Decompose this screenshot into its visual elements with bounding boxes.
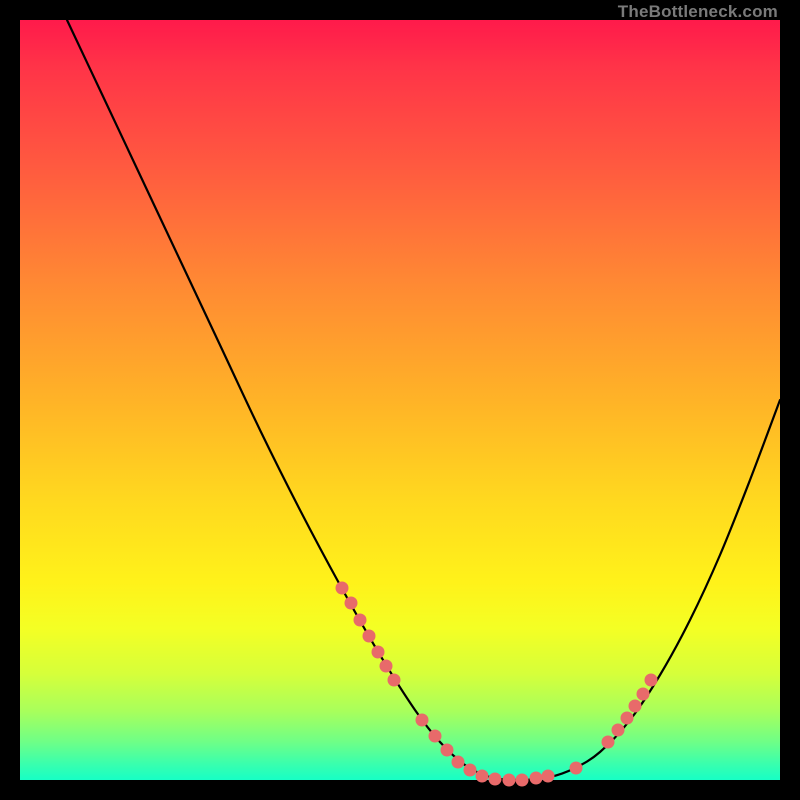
outer-frame: TheBottleneck.com <box>0 0 800 800</box>
highlight-dot <box>441 744 454 757</box>
bottleneck-curve <box>67 20 780 780</box>
highlight-dot <box>637 688 650 701</box>
highlight-dot <box>530 772 543 785</box>
highlight-dot <box>336 582 349 595</box>
highlight-dot <box>416 714 429 727</box>
highlight-dot <box>354 614 367 627</box>
highlight-dot <box>645 674 658 687</box>
highlight-dot <box>570 762 583 775</box>
plot-area <box>20 20 780 780</box>
highlight-dot <box>464 764 477 777</box>
chart-svg <box>20 20 780 780</box>
attribution-text: TheBottleneck.com <box>618 2 778 22</box>
highlight-dot <box>345 597 358 610</box>
highlight-dot <box>621 712 634 725</box>
highlight-dot <box>542 770 555 783</box>
highlight-dot <box>429 730 442 743</box>
highlight-dot <box>452 756 465 769</box>
highlight-dot <box>602 736 615 749</box>
highlight-dot <box>516 774 529 787</box>
highlight-dot <box>629 700 642 713</box>
highlight-dot <box>363 630 376 643</box>
highlight-dot <box>372 646 385 659</box>
highlight-dot <box>612 724 625 737</box>
highlight-dot <box>489 773 502 786</box>
highlight-dots <box>336 582 658 787</box>
highlight-dot <box>503 774 516 787</box>
highlight-dot <box>476 770 489 783</box>
highlight-dot <box>388 674 401 687</box>
highlight-dot <box>380 660 393 673</box>
